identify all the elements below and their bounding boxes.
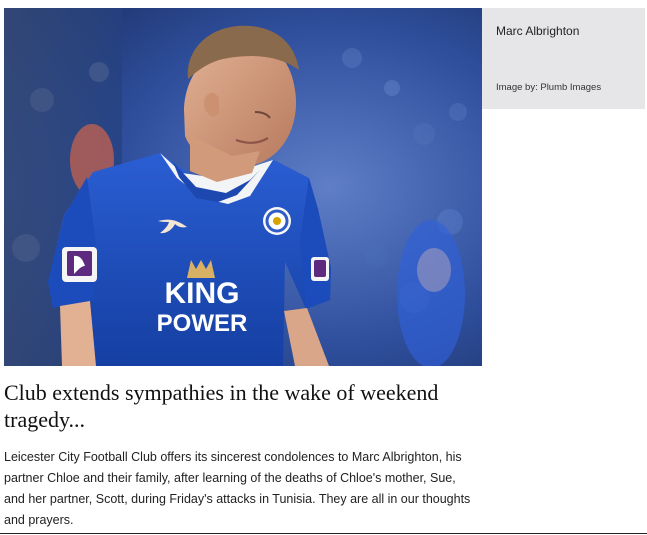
- sleeve-badge-right: [311, 257, 329, 281]
- hero-photo: KING POWER: [4, 8, 482, 366]
- player-photo: KING POWER: [4, 8, 482, 366]
- background-player: [397, 220, 465, 366]
- player-left-arm: [60, 301, 96, 366]
- caption-credit: Image by: Plumb Images: [496, 82, 602, 93]
- sponsor-crown-icon: [187, 260, 215, 278]
- image-caption-panel: Marc Albrighton Image by: Plumb Images: [482, 8, 645, 109]
- bottom-divider: [0, 533, 647, 534]
- article-headline: Club extends sympathies in the wake of w…: [4, 380, 439, 432]
- shirt-sponsor-text-2: POWER: [157, 310, 248, 337]
- shirt-sponsor-text: KING: [165, 277, 240, 310]
- sleeve-badge-left: [62, 247, 97, 282]
- caption-title: Marc Albrighton: [496, 24, 580, 38]
- chest-crest: [263, 207, 291, 235]
- article-body: Leicester City Football Club offers its …: [4, 450, 471, 527]
- article-page: KING POWER Marc Albrighton Image by: Plu…: [0, 0, 647, 535]
